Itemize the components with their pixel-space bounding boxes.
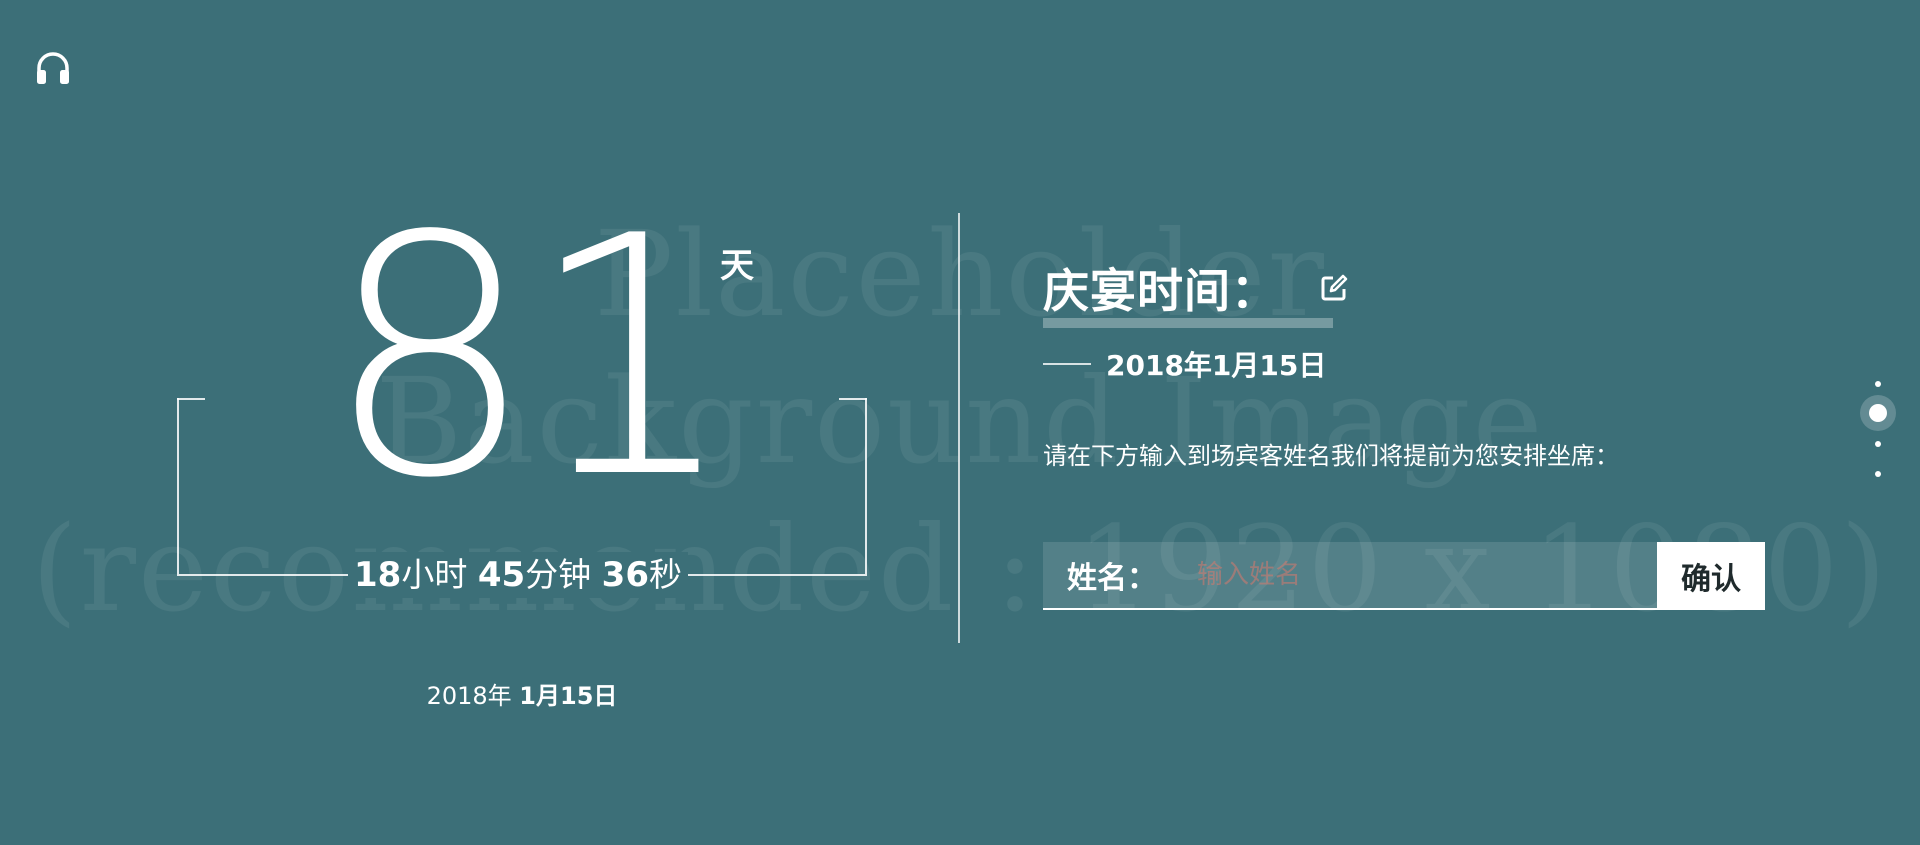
page-dot[interactable]	[1875, 381, 1881, 387]
frame-corner	[177, 398, 205, 400]
page: Placeholder Background Image (recommende…	[0, 0, 1920, 845]
minutes-unit: 分钟	[525, 555, 592, 594]
name-field: 姓名：	[1043, 542, 1657, 610]
title-underline	[1043, 318, 1333, 328]
date-dash	[1043, 363, 1091, 365]
countdown-time: 18小时 45分钟 36秒	[348, 552, 688, 598]
name-label: 姓名：	[1067, 561, 1157, 596]
guest-name-form: 姓名： 确认	[1043, 542, 1765, 610]
frame-corner	[839, 398, 867, 400]
headphones-icon[interactable]	[34, 50, 72, 88]
countdown-seconds: 36	[601, 555, 649, 595]
countdown-minutes: 45	[477, 555, 526, 595]
instruction-text: 请在下方输入到场宾客姓名我们将提前为您安排坐席：	[1043, 442, 1619, 470]
event-date: 2018年1月15日	[1106, 349, 1327, 382]
background-placeholder-line: Placeholder	[594, 205, 1326, 343]
edit-icon[interactable]	[1318, 272, 1350, 304]
page-dot[interactable]	[1875, 471, 1881, 477]
event-title: 庆宴时间：	[1043, 264, 1278, 318]
countdown-day-unit: 天	[720, 246, 754, 286]
confirm-button[interactable]: 确认	[1657, 542, 1765, 610]
event-date-row: 2018年1月15日	[1043, 344, 1326, 384]
countdown-hours: 18	[354, 555, 402, 595]
vertical-divider	[958, 213, 960, 643]
target-date-day: 1月15日	[519, 682, 618, 710]
page-indicator	[1858, 378, 1898, 478]
name-input[interactable]	[1187, 542, 1657, 608]
page-dot[interactable]	[1875, 441, 1881, 447]
countdown-target-date: 2018年 1月15日	[380, 676, 664, 711]
hours-unit: 小时	[401, 555, 468, 594]
countdown-frame	[177, 398, 867, 576]
seconds-unit: 秒	[648, 555, 682, 594]
event-title-row: 庆宴时间：	[1043, 255, 1350, 321]
target-date-year: 2018年	[426, 682, 512, 710]
page-dot-active[interactable]	[1869, 404, 1887, 422]
